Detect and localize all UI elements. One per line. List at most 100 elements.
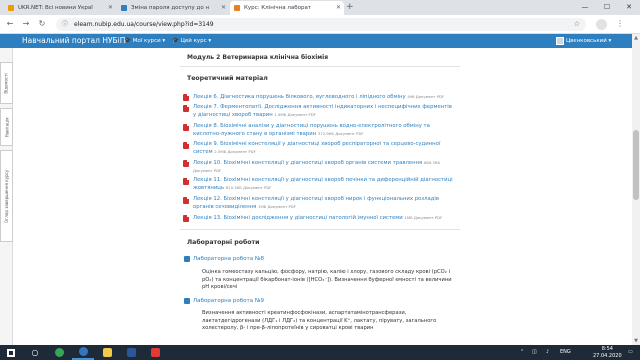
forward-arrow-icon[interactable]: →: [20, 18, 32, 30]
pdf-icon: [183, 94, 189, 101]
course-content: Модуль 2 Ветеринарна клінічна біохімія Т…: [180, 48, 630, 345]
mortarboard-icon: 🎓: [124, 38, 131, 44]
module-title: Модуль 2 Ветеринарна клінічна біохімія: [187, 54, 329, 61]
folder-icon: [102, 348, 112, 357]
tab-ukrnet[interactable]: UKR.NET: Всі новини Украї ✕: [4, 1, 116, 15]
maximize-button[interactable]: ☐: [596, 0, 618, 15]
menu-kebab-icon[interactable]: ⋮: [616, 18, 624, 30]
pdf-icon: [183, 215, 189, 222]
acrobat-icon: [150, 348, 160, 357]
tab-label: Курс: Клінічна лаборат: [244, 5, 312, 11]
lecture-title: Лекція 6. Діагностика порушень білкового…: [193, 94, 406, 100]
moodle-favicon-icon: [234, 5, 240, 11]
pdf-icon: [183, 142, 189, 149]
labs-heading: Лабораторні роботи: [187, 239, 260, 246]
dock-tab-label: Огляд завершення курсу: [4, 169, 10, 223]
system-clock[interactable]: 8:54 27.04.2020: [593, 346, 622, 359]
lecture-link-12[interactable]: Лекція 12. Біохімічні констеляції у діаг…: [183, 196, 453, 211]
taskbar-edge[interactable]: [72, 345, 94, 360]
lecture-meta: 1МБ Документ PDF: [404, 215, 443, 220]
lecture-link-11[interactable]: Лекція 11. Біохімічні констеляції у діаг…: [183, 177, 453, 192]
close-window-button[interactable]: ✕: [618, 0, 640, 15]
this-course-label: Цей курс ▾: [180, 38, 212, 44]
page-scrollbar[interactable]: ▲ ▼: [632, 34, 640, 345]
dock-tab-label: Навігація: [4, 117, 10, 137]
site-navbar: Навчальний портал НУБіП 🎓 Мої курси ▾ 🎓 …: [0, 34, 632, 48]
windows-taskbar: ○ ⌃ ◫ ♪ ENG 8:54 27.04.2020 ▭: [0, 345, 640, 360]
this-course-menu[interactable]: 🎓 Цей курс ▾: [172, 34, 211, 48]
lecture-link-8[interactable]: Лекція 8. Біохімічні аналізи у діагности…: [183, 123, 453, 138]
pdf-icon: [183, 124, 189, 131]
dock-tab-label: Відомості: [4, 72, 9, 94]
lecture-title: Лекція 13. Біохімічні дослідження у діаг…: [193, 215, 403, 221]
search-button[interactable]: ○: [24, 345, 46, 360]
taskbar-explorer[interactable]: [96, 345, 118, 360]
pdf-icon: [183, 160, 189, 167]
new-tab-button[interactable]: +: [346, 2, 354, 13]
lecture-title: Лекція 12. Біохімічні констеляції у діаг…: [193, 196, 440, 210]
lecture-link-6[interactable]: Лекція 6. Діагностика порушень білкового…: [183, 93, 453, 101]
user-avatar[interactable]: [556, 37, 564, 45]
lab-description-8: Оцінка гомеостазу кальцію, фосфору, натр…: [202, 269, 452, 290]
lecture-title: Лекція 7. Ферментопатії. Дослідження акт…: [193, 104, 452, 118]
dock-tab-navigation[interactable]: Навігація: [0, 108, 13, 146]
scroll-down-arrow-icon[interactable]: ▼: [632, 337, 640, 345]
back-arrow-icon[interactable]: ←: [4, 18, 16, 30]
bookmark-star-icon[interactable]: ☆: [574, 18, 580, 31]
url-input[interactable]: ⓘ eleam.nubip.edu.ua/course/view.php?id=…: [56, 18, 586, 31]
network-icon[interactable]: ◫: [532, 345, 537, 360]
taskbar-acrobat[interactable]: [144, 345, 166, 360]
my-courses-menu[interactable]: 🎓 Мої курси ▾: [124, 34, 165, 48]
scroll-up-arrow-icon[interactable]: ▲: [632, 34, 640, 42]
dock-tab-info[interactable]: Відомості: [0, 62, 13, 104]
edge-icon: [78, 347, 88, 356]
lecture-link-9[interactable]: Лекція 9. Біохімічні констеляції у діагн…: [183, 141, 453, 156]
chrome-icon: [54, 348, 64, 357]
pdf-icon: [183, 105, 189, 112]
divider: [180, 229, 460, 230]
close-tab-icon[interactable]: ✕: [336, 1, 341, 15]
tab-password-change[interactable]: Зміна пароля доступу до н ✕: [117, 1, 229, 15]
reload-icon[interactable]: ↻: [36, 18, 48, 30]
language-indicator[interactable]: ENG: [560, 345, 571, 360]
close-tab-icon[interactable]: ✕: [108, 1, 113, 15]
lecture-meta: 2.5МБ Документ PDF: [214, 149, 256, 154]
tray-up-arrow-icon[interactable]: ⌃: [520, 345, 524, 360]
mortarboard-icon: 🎓: [172, 38, 179, 44]
close-tab-icon[interactable]: ✕: [221, 1, 226, 15]
user-menu[interactable]: Цвєнковський ▾: [566, 34, 611, 48]
profile-avatar[interactable]: [596, 19, 607, 30]
ukrnet-favicon-icon: [8, 5, 14, 11]
notifications-icon[interactable]: ▭: [628, 345, 633, 360]
scroll-thumb[interactable]: [633, 130, 639, 200]
site-brand[interactable]: Навчальний портал НУБіП: [22, 34, 125, 48]
assignment-icon: [184, 256, 190, 262]
tab-label: UKR.NET: Всі новини Украї: [18, 5, 93, 11]
theory-heading: Теоретичний матеріал: [187, 75, 268, 82]
info-icon[interactable]: ⓘ: [62, 18, 68, 31]
start-button[interactable]: [0, 345, 22, 360]
my-courses-label: Мої курси ▾: [132, 38, 166, 44]
lab-link-9[interactable]: Лабораторна робота №9: [184, 297, 264, 305]
lecture-meta: 496 Документ PDF: [407, 94, 445, 99]
lecture-meta: 372.9КБ Документ PDF: [317, 131, 364, 136]
lab-description-9: Визначення активності креатинфосфокінази…: [202, 310, 437, 331]
lecture-title: Лекція 8. Біохімічні аналізи у діагности…: [193, 123, 430, 137]
lecture-link-10[interactable]: Лекція 10. Біохімічні констеляції у діаг…: [183, 159, 453, 175]
lecture-link-13[interactable]: Лекція 13. Біохімічні дослідження у діаг…: [183, 214, 453, 222]
volume-icon[interactable]: ♪: [546, 345, 549, 360]
lab-link-8[interactable]: Лабораторна робота №8: [184, 255, 265, 263]
dock-tab-completion[interactable]: Огляд завершення курсу: [0, 150, 13, 242]
lecture-meta: 1МБ Документ PDF: [258, 204, 296, 209]
clock-date: 27.04.2020: [593, 352, 622, 359]
tab-course[interactable]: Курс: Клінічна лаборат ✕: [230, 1, 344, 15]
pdf-icon: [183, 178, 189, 185]
lecture-link-7[interactable]: Лекція 7. Ферментопатії. Дослідження акт…: [183, 104, 453, 119]
minimize-button[interactable]: —: [574, 0, 596, 15]
taskbar-word[interactable]: [120, 345, 142, 360]
word-icon: [126, 348, 136, 357]
taskbar-chrome[interactable]: [48, 345, 70, 360]
assignment-icon: [184, 298, 190, 304]
lecture-title: Лекція 10. Біохімічні констеляції у діаг…: [193, 160, 423, 166]
lab-title: Лабораторна робота №8: [193, 256, 265, 262]
